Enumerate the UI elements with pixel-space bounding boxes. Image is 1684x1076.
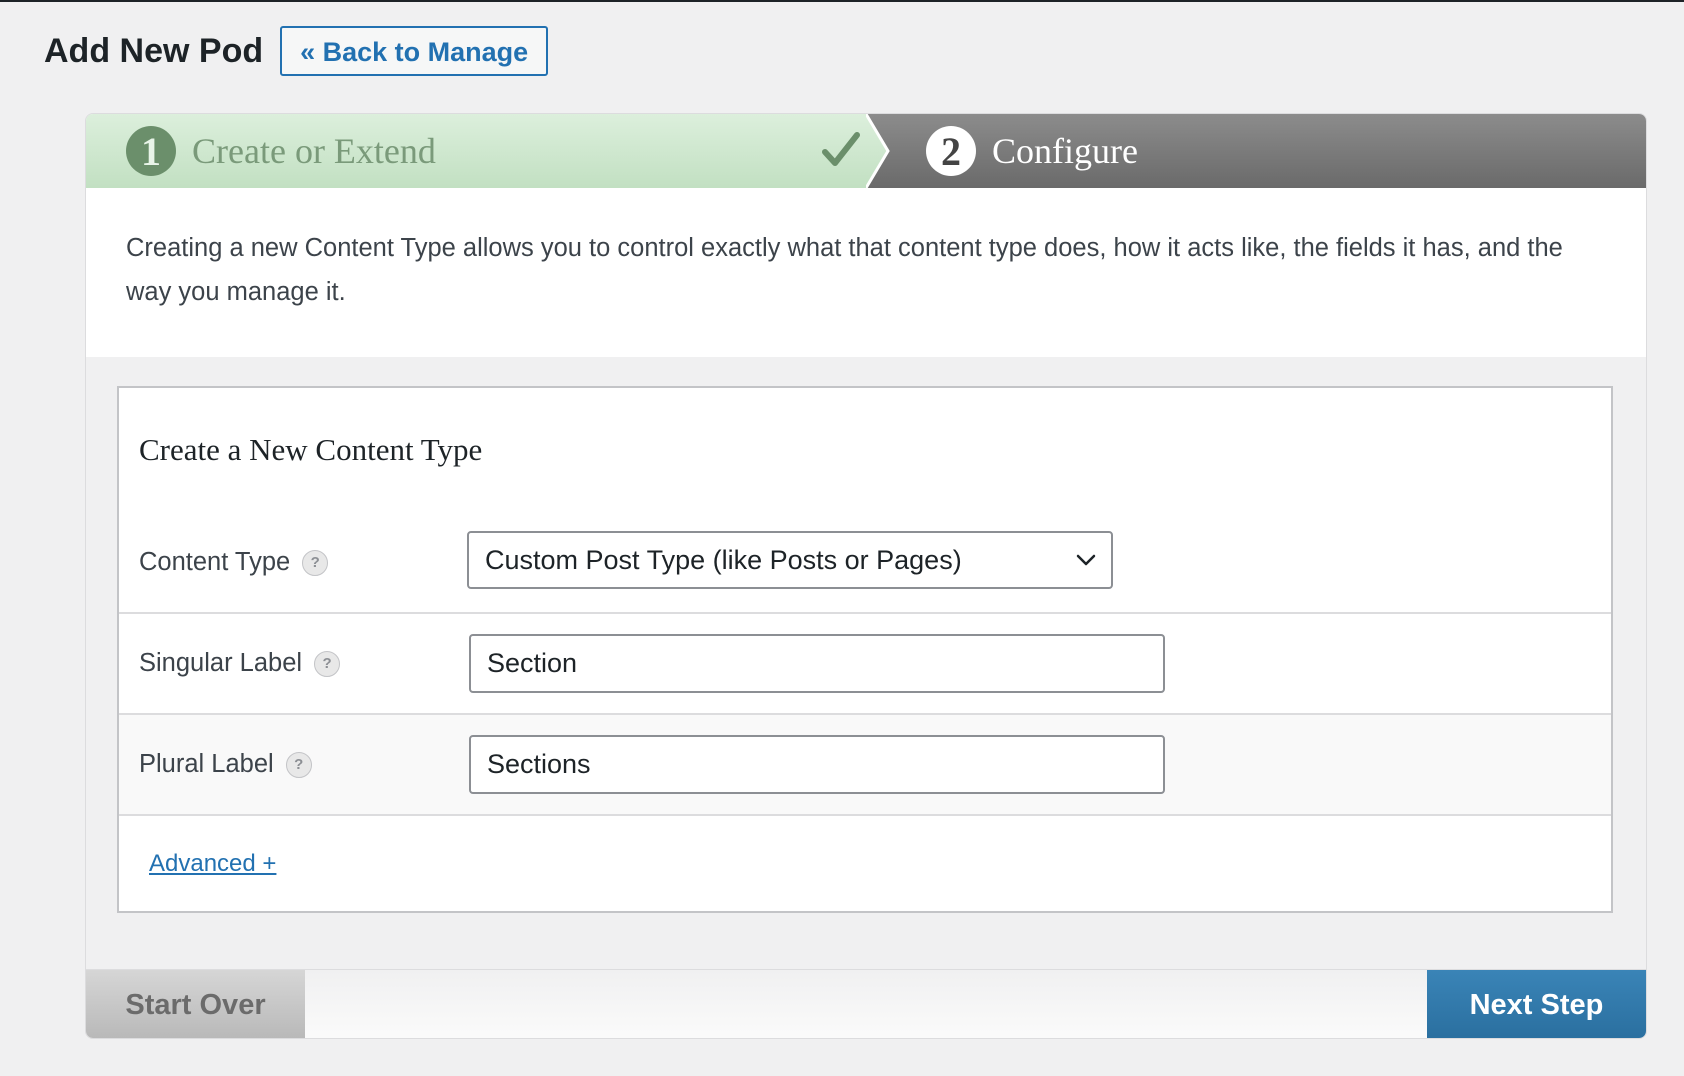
- step-label-1: Create or Extend: [192, 131, 436, 171]
- singular-label-row: Singular Label ?: [119, 614, 1611, 715]
- step-label-2: Configure: [992, 131, 1138, 171]
- content-type-select-value: Custom Post Type (like Posts or Pages): [485, 544, 962, 575]
- content-type-form: Create a New Content Type Content Type ?…: [117, 386, 1613, 913]
- step-number-1: 1: [126, 126, 176, 176]
- plural-label: Plural Label: [139, 750, 274, 778]
- wizard-footer: Start Over Next Step: [86, 969, 1646, 1038]
- page-title: Add New Pod: [44, 32, 264, 70]
- start-over-button[interactable]: Start Over: [86, 970, 305, 1038]
- next-step-button[interactable]: Next Step: [1427, 970, 1646, 1038]
- intro-description: Creating a new Content Type allows you t…: [126, 234, 1563, 306]
- singular-label-wrap: Singular Label ?: [139, 614, 341, 713]
- plural-label-input[interactable]: [469, 735, 1165, 794]
- chevron-down-icon: [1076, 554, 1096, 566]
- form-heading: Create a New Content Type: [139, 432, 483, 467]
- plural-label-row: Plural Label ?: [119, 715, 1611, 816]
- content-type-select[interactable]: Custom Post Type (like Posts or Pages): [467, 531, 1113, 589]
- step-create-or-extend: 1 Create or Extend: [86, 114, 902, 188]
- content-type-label-wrap: Content Type ?: [139, 513, 329, 612]
- step-configure: 2 Configure: [866, 114, 1646, 188]
- singular-label-input[interactable]: [469, 634, 1165, 693]
- content-type-row: Content Type ? Custom Post Type (like Po…: [119, 513, 1611, 614]
- singular-label: Singular Label: [139, 649, 303, 677]
- help-icon[interactable]: ?: [285, 751, 312, 778]
- advanced-toggle-link[interactable]: Advanced +: [149, 850, 276, 878]
- step-progress: 1 Create or Extend 2 Configure: [86, 114, 1646, 188]
- checkmark-icon: [822, 132, 860, 166]
- help-icon[interactable]: ?: [314, 650, 341, 677]
- back-to-manage-button[interactable]: « Back to Manage: [280, 26, 549, 76]
- content-type-label: Content Type: [139, 548, 291, 576]
- step-arrow-divider: [866, 114, 890, 188]
- wizard-panel: 1 Create or Extend 2 Configure Creating …: [85, 113, 1647, 1039]
- step-number-2: 2: [926, 126, 976, 176]
- page-header: Add New Pod « Back to Manage: [44, 26, 549, 76]
- plural-label-wrap: Plural Label ?: [139, 715, 312, 814]
- help-icon[interactable]: ?: [302, 549, 329, 576]
